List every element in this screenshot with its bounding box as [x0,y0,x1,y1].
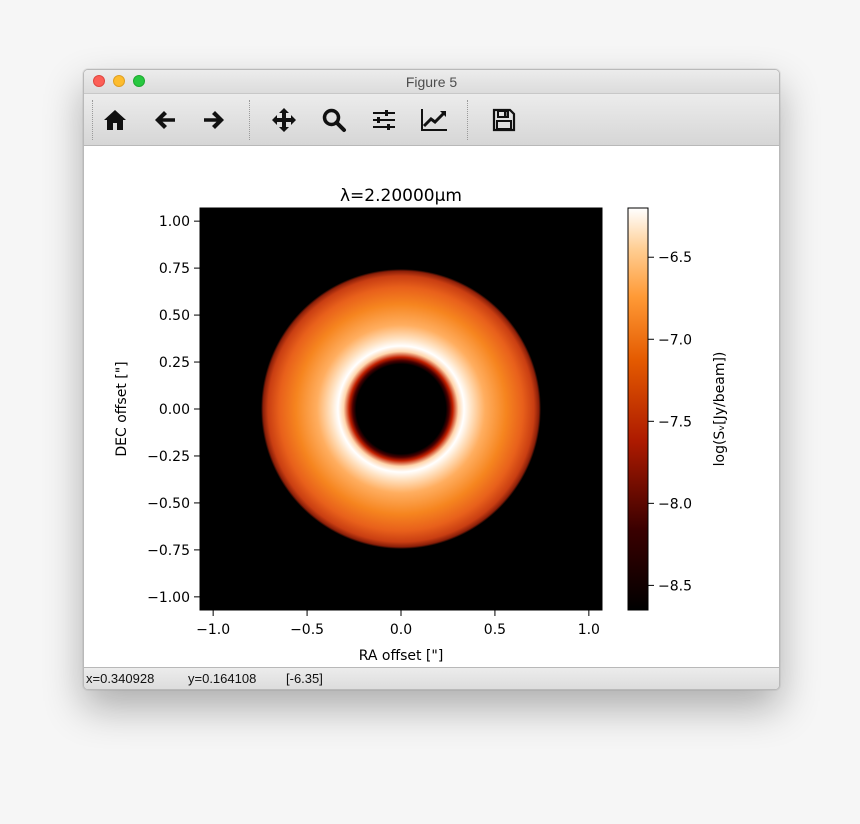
y-tick-label: −0.25 [147,449,190,465]
pan-icon [272,108,296,132]
colorbar [627,207,649,611]
y-tick-label: −0.50 [147,496,190,512]
pan-button[interactable] [269,105,299,135]
cursor-x-readout: x=0.340928 [86,671,155,686]
customize-button[interactable] [419,105,449,135]
x-axis: −1.0 −0.5 0.0 0.5 1.0 [196,610,600,638]
figure-window: Figure 5 λ=2.20000μm −1.0 −0.5 0.0 0.5 1… [83,69,780,690]
save-button[interactable] [489,105,519,135]
x-tick-label: −0.5 [290,622,324,638]
subplots-icon [373,110,395,130]
x-tick-label: 1.0 [578,622,600,638]
x-tick-label: 0.5 [484,622,506,638]
y-axis: 1.00 0.75 0.50 0.25 0.00 −0.25 −0.50 −0.75 −1.00 [147,214,200,606]
y-tick-label: 1.00 [159,214,190,230]
subplots-button[interactable] [369,105,399,135]
y-tick-label: −0.75 [147,543,190,559]
colorbar-tick-label: −8.5 [658,578,692,594]
forward-arrow-icon [204,111,224,129]
colorbar-tick-label: −7.5 [658,414,692,430]
back-button[interactable] [150,105,180,135]
zoom-button[interactable] [319,105,349,135]
colorbar-label: log(Sᵥ[Jy/beam]) [712,352,728,467]
x-tick-label: 0.0 [390,622,412,638]
x-tick-label: −1.0 [196,622,230,638]
y-tick-label: 0.50 [159,308,190,324]
dust-ring [261,269,541,549]
x-axis-label: RA offset ["] [359,648,444,664]
pixel-value-readout: [-6.35] [286,671,323,686]
toolbar-separator [467,100,468,140]
y-tick-label: −1.00 [147,590,190,606]
y-tick-label: 0.25 [159,355,190,371]
edit-axis-icon [421,109,447,131]
plot-title: λ=2.20000μm [340,186,462,206]
colorbar-tick-label: −6.5 [658,250,692,266]
colorbar-tick-label: −7.0 [658,332,692,348]
status-bar: x=0.340928 y=0.164108 [-6.35] [84,667,779,689]
toolbar-separator [92,100,93,140]
figure-canvas[interactable]: λ=2.20000μm −1.0 −0.5 0.0 0.5 1.0 1.00 0.75 0.… [84,146,779,667]
plot-figure[interactable]: λ=2.20000μm −1.0 −0.5 0.0 0.5 1.0 1.00 0.75 0.… [84,146,779,667]
navigation-toolbar [84,94,779,146]
forward-button[interactable] [199,105,229,135]
y-axis-label: DEC offset ["] [114,361,130,456]
back-arrow-icon [155,111,175,129]
cursor-y-readout: y=0.164108 [188,671,257,686]
home-button[interactable] [100,105,130,135]
home-icon [104,110,126,130]
save-icon [492,108,516,132]
colorbar-axis: −6.5 −7.0 −7.5 −8.0 −8.5 [648,250,692,594]
colorbar-tick-label: −8.0 [658,496,692,512]
window-title: Figure 5 [405,74,458,90]
toolbar-separator [249,100,250,140]
y-tick-label: 0.75 [159,261,190,277]
zoom-icon [322,108,346,132]
y-tick-label: 0.00 [159,402,190,418]
title-bar[interactable]: Figure 5 [84,70,779,94]
